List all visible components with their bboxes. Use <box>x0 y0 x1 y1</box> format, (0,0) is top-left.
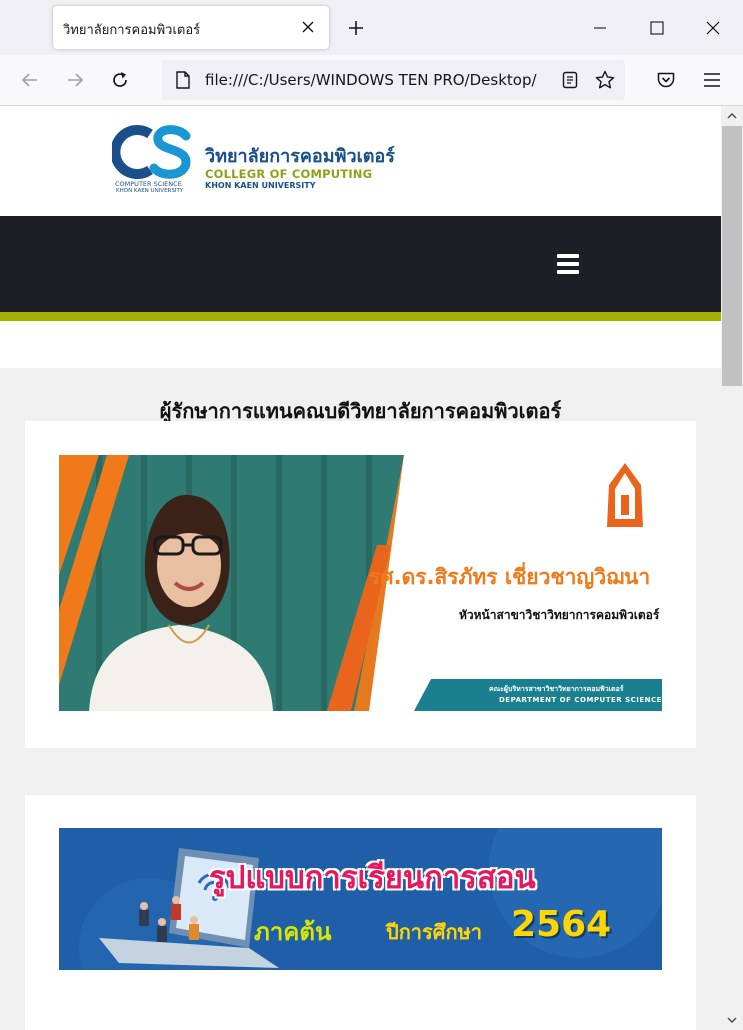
banner-footer-english: DEPARTMENT OF COMPUTER SCIENCE <box>499 696 662 704</box>
plus-icon[interactable] <box>343 15 369 41</box>
minimize-icon[interactable] <box>580 8 620 48</box>
menu-icon[interactable] <box>696 64 728 96</box>
pocket-icon[interactable] <box>650 64 682 96</box>
browser-tab[interactable]: วิทยาลัยการคอมพิวเตอร์ <box>53 6 329 49</box>
accent-stripe <box>0 312 721 321</box>
banner-year-label: ปีการศึกษา <box>386 920 482 944</box>
site-header: COMPUTER SCIENCE KHON KAEN UNIVERSITY วิ… <box>0 106 721 216</box>
browser-toolbar: file:///C:/Users/WINDOWS TEN PRO/Desktop… <box>0 55 743 106</box>
logo-sub-university: KHON KAEN UNIVERSITY <box>116 188 184 194</box>
banner-year: 2564 <box>511 904 612 945</box>
logo-sub-computer-science: COMPUTER SCIENCE <box>115 180 182 188</box>
header-spacer <box>0 321 721 368</box>
banner-footer-thai: คณะผู้บริหารสาขาวิชาวิทยาการคอมพิวเตอร์ <box>489 685 624 693</box>
profile-banner[interactable]: รศ.ดร.สิรภัทร เชี่ยวชาญวิฌนา หัวหน้าสาขา… <box>59 455 662 711</box>
page-scrollbar[interactable] <box>721 106 743 1030</box>
announcement-card: รูปแบบการเรียนการสอน ภาคต้น ปีการศึกษา 2… <box>25 795 696 1030</box>
tab-title: วิทยาลัยการคอมพิวเตอร์ <box>63 23 201 38</box>
url-bar[interactable]: file:///C:/Users/WINDOWS TEN PRO/Desktop… <box>162 60 625 100</box>
profile-name: รศ.ดร.สิรภัทร เชี่ยวชาญวิฌนา <box>369 565 651 589</box>
banner-semester: ภาคต้น <box>254 918 332 946</box>
cs-logo-mark <box>112 125 191 179</box>
reader-view-icon[interactable] <box>557 67 583 93</box>
star-icon[interactable] <box>592 67 618 93</box>
logo-name-english: COLLEGR OF COMPUTING <box>205 167 373 181</box>
logo-name-thai: วิทยาลัยการคอมพิวเตอร์ <box>205 146 395 167</box>
hamburger-menu-icon[interactable] <box>557 254 579 274</box>
reload-icon[interactable] <box>104 64 136 96</box>
logo-university: KHON KAEN UNIVERSITY <box>205 181 316 190</box>
forward-icon[interactable] <box>59 64 91 96</box>
file-icon <box>170 67 196 93</box>
maximize-icon[interactable] <box>637 8 677 48</box>
scroll-down-icon[interactable] <box>721 1010 743 1030</box>
browser-titlebar: วิทยาลัยการคอมพิวเตอร์ <box>0 0 743 55</box>
college-logo[interactable]: COMPUTER SCIENCE KHON KAEN UNIVERSITY วิ… <box>112 124 422 194</box>
close-window-icon[interactable] <box>693 8 733 48</box>
scrollbar-thumb[interactable] <box>722 126 742 386</box>
main-menu-bar <box>0 216 721 312</box>
scroll-up-icon[interactable] <box>721 106 743 126</box>
profile-card: รศ.ดร.สิรภัทร เชี่ยวชาญวิฌนา หัวหน้าสาขา… <box>25 421 696 748</box>
profile-role: หัวหน้าสาขาวิชาวิทยาการคอมพิวเตอร์ <box>459 608 660 622</box>
close-icon[interactable] <box>297 16 319 38</box>
learning-format-banner[interactable]: รูปแบบการเรียนการสอน ภาคต้น ปีการศึกษา 2… <box>59 828 662 970</box>
back-icon[interactable] <box>14 64 46 96</box>
url-text[interactable]: file:///C:/Users/WINDOWS TEN PRO/Desktop… <box>205 71 537 89</box>
page-viewport: COMPUTER SCIENCE KHON KAEN UNIVERSITY วิ… <box>0 106 721 1030</box>
banner-headline: รูปแบบการเรียนการสอน <box>209 860 536 896</box>
